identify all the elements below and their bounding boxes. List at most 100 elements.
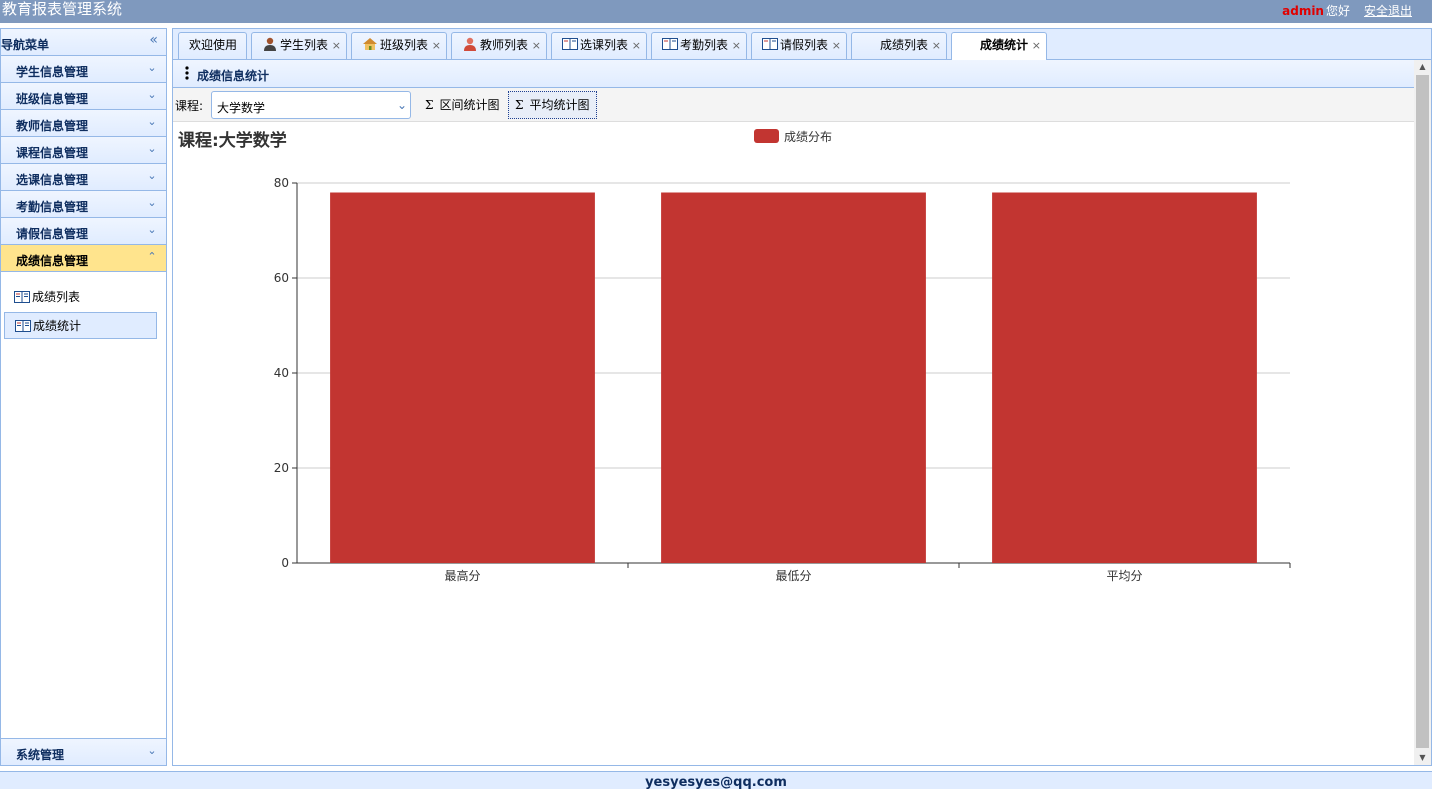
tab-teacher-list[interactable]: 教师列表 × xyxy=(451,32,547,59)
course-label: 课程: xyxy=(175,99,204,113)
sub-item-score-list[interactable]: 成绩列表 xyxy=(4,284,157,311)
range-chart-button[interactable]: Σ 区间统计图 xyxy=(418,91,507,119)
panel-title: 成绩信息统计 xyxy=(197,69,270,83)
y-tick-label: 80 xyxy=(274,176,289,190)
nav-item-label: 班级信息管理 xyxy=(16,92,89,106)
close-icon[interactable]: × xyxy=(832,33,841,58)
nav-item-label: 教师信息管理 xyxy=(16,119,89,133)
close-icon[interactable]: × xyxy=(332,33,341,58)
nav-header-title: 导航菜单 xyxy=(1,38,50,52)
y-tick-label: 60 xyxy=(274,271,289,285)
sigma-icon: Σ xyxy=(425,98,434,112)
nav-item-class[interactable]: 班级信息管理 ⌄ xyxy=(1,83,166,110)
tab-welcome[interactable]: 欢迎使用 xyxy=(178,32,247,59)
book-icon xyxy=(14,291,30,303)
nav-item-teacher[interactable]: 教师信息管理 ⌄ xyxy=(1,110,166,137)
nav-item-label: 课程信息管理 xyxy=(16,146,89,160)
tab-label: 班级列表 xyxy=(380,38,429,52)
score-submenu: 成绩列表 成绩统计 xyxy=(1,272,166,739)
nav-item-score[interactable]: 成绩信息管理 ⌃ xyxy=(1,245,166,272)
nav-item-label: 请假信息管理 xyxy=(16,227,89,241)
close-icon[interactable]: × xyxy=(432,33,441,58)
close-icon[interactable]: × xyxy=(732,33,741,58)
sub-item-label: 成绩统计 xyxy=(33,319,82,333)
close-icon[interactable]: × xyxy=(632,33,641,58)
x-tick-label: 最高分 xyxy=(444,568,480,583)
nav-item-label: 系统管理 xyxy=(16,748,65,762)
house-icon xyxy=(363,38,377,50)
tab-leave-list[interactable]: 请假列表 × xyxy=(751,32,847,59)
nav-item-label: 成绩信息管理 xyxy=(16,254,89,268)
nav-item-leave[interactable]: 请假信息管理 ⌄ xyxy=(1,218,166,245)
close-icon[interactable]: × xyxy=(532,33,541,58)
y-tick-label: 0 xyxy=(281,556,289,570)
person-icon xyxy=(264,37,276,51)
tab-label: 学生列表 xyxy=(280,38,329,52)
nav-item-student[interactable]: 学生信息管理 ⌄ xyxy=(1,56,166,83)
x-tick-label: 平均分 xyxy=(1106,569,1142,583)
tab-student-list[interactable]: 学生列表 × xyxy=(251,32,347,59)
tab-score-stats[interactable]: 成绩统计 × xyxy=(951,32,1047,60)
collapse-left-icon[interactable]: « xyxy=(149,32,158,48)
nav-item-label: 考勤信息管理 xyxy=(16,200,89,214)
bar[interactable] xyxy=(330,192,595,564)
tab-score-list[interactable]: 成绩列表 × xyxy=(851,32,947,59)
chart-plot: 0 20 40 60 80 最高分 最低分 平均分 xyxy=(274,176,1291,583)
logout-link[interactable]: 安全退出 xyxy=(1364,2,1412,19)
y-tick-label: 20 xyxy=(274,461,289,475)
nav-item-course[interactable]: 课程信息管理 ⌄ xyxy=(1,137,166,164)
book-icon xyxy=(15,320,31,332)
footer: yesyesyes@qq.com xyxy=(0,771,1432,789)
tab-label: 成绩统计 xyxy=(980,38,1029,52)
average-chart-button[interactable]: Σ 平均统计图 xyxy=(508,91,597,119)
bar[interactable] xyxy=(992,192,1257,564)
close-icon[interactable]: × xyxy=(932,33,941,58)
sub-item-score-stats[interactable]: 成绩统计 xyxy=(4,312,157,339)
close-icon[interactable]: × xyxy=(1032,33,1041,58)
button-label: 平均统计图 xyxy=(529,98,590,112)
tab-selection-list[interactable]: 选课列表 × xyxy=(551,32,647,59)
sigma-icon: Σ xyxy=(515,98,524,112)
book-icon xyxy=(762,38,778,50)
course-select[interactable]: 大学数学 ⌄ xyxy=(211,91,411,119)
tab-label: 欢迎使用 xyxy=(189,38,238,52)
panel-header: 成绩信息统计 xyxy=(173,60,1415,88)
app-header: 教育报表管理系统 admin 您好 安全退出 xyxy=(0,0,1432,23)
chevron-down-icon: ⌄ xyxy=(147,115,157,128)
book-icon xyxy=(662,38,678,50)
main-panel: 欢迎使用 学生列表 × 班级列表 × 教师列表 × 选课列表 × 考勤列表 × … xyxy=(172,28,1432,766)
nav-item-label: 选课信息管理 xyxy=(16,173,89,187)
vertical-scrollbar[interactable]: ▲ ▼ xyxy=(1414,60,1431,765)
nav-item-attendance[interactable]: 考勤信息管理 ⌄ xyxy=(1,191,166,218)
tab-attendance-list[interactable]: 考勤列表 × xyxy=(651,32,747,59)
chevron-down-icon: ⌄ xyxy=(147,88,157,101)
sub-item-label: 成绩列表 xyxy=(32,290,81,304)
tab-label: 教师列表 xyxy=(480,38,529,52)
nav-item-selection[interactable]: 选课信息管理 ⌄ xyxy=(1,164,166,191)
toolbar: 课程: 大学数学 ⌄ Σ 区间统计图 Σ 平均统计图 xyxy=(173,88,1415,122)
chevron-up-icon: ⌃ xyxy=(147,250,157,263)
tab-label: 成绩列表 xyxy=(880,38,929,52)
footer-text: yesyesyes@qq.com xyxy=(645,775,787,789)
nav-header: 导航菜单 « xyxy=(1,29,166,56)
x-tick-label: 最低分 xyxy=(775,569,811,583)
nav-panel: 导航菜单 « 学生信息管理 ⌄ 班级信息管理 ⌄ 教师信息管理 ⌄ 课程信息管理… xyxy=(0,28,167,766)
person-icon xyxy=(464,37,476,51)
chevron-down-icon: ⌄ xyxy=(147,196,157,209)
bar[interactable] xyxy=(661,192,926,564)
scroll-down-icon[interactable]: ▼ xyxy=(1414,751,1431,765)
tab-content: 成绩信息统计 课程: 大学数学 ⌄ Σ 区间统计图 Σ 平均统计图 课程: 大学数学 … xyxy=(173,60,1415,765)
user-greeting: admin 您好 xyxy=(1282,2,1350,19)
y-tick-label: 40 xyxy=(274,366,289,380)
scroll-up-icon[interactable]: ▲ xyxy=(1414,60,1431,74)
button-label: 区间统计图 xyxy=(439,98,500,112)
nav-item-system[interactable]: 系统管理 ⌄ xyxy=(1,738,166,765)
chevron-down-icon: ⌄ xyxy=(147,169,157,182)
score-chart: 课程:大学数学 成绩分布 0 20 40 60 80 最高分 最低分 平均分 xyxy=(173,123,1415,763)
nav-item-label: 学生信息管理 xyxy=(16,65,89,79)
scrollbar-thumb[interactable] xyxy=(1416,75,1429,748)
chevron-down-icon: ⌄ xyxy=(147,142,157,155)
tab-class-list[interactable]: 班级列表 × xyxy=(351,32,447,59)
more-vertical-icon xyxy=(185,66,189,80)
app-title: 教育报表管理系统 xyxy=(2,0,123,18)
